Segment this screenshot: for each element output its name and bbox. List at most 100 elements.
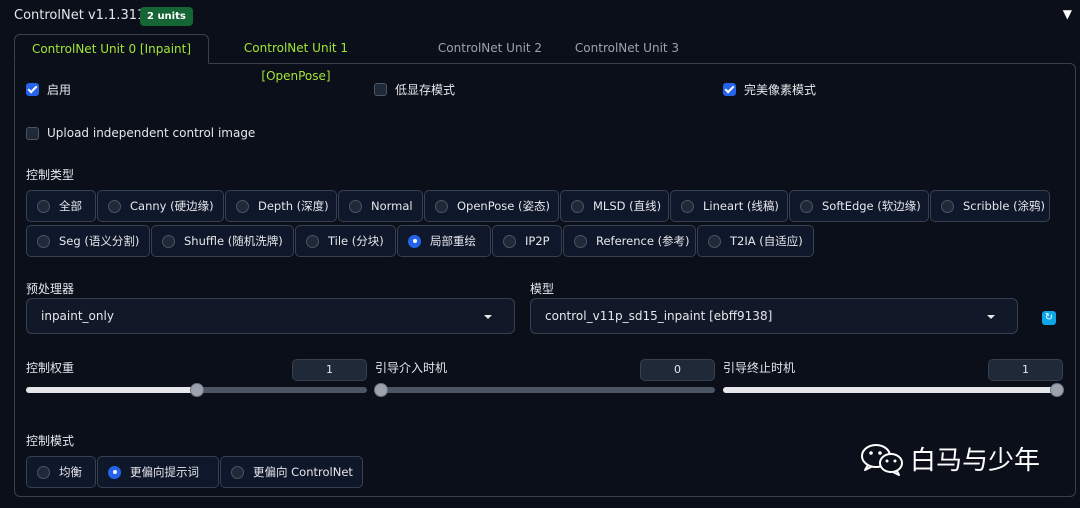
radio-icon — [162, 234, 175, 248]
radio-icon — [37, 234, 50, 248]
radio-icon — [800, 199, 813, 213]
weight-number-input[interactable]: 1 — [292, 359, 367, 381]
option-label: Tile (分块) — [328, 234, 384, 248]
control-type-option[interactable]: Seg (语义分割) — [26, 225, 150, 257]
watermark-text: 白马与少年 — [910, 446, 1041, 476]
control-type-option[interactable]: SoftEdge (软边缘) — [789, 190, 929, 222]
option-label: Shuffle (随机洗牌) — [184, 234, 283, 248]
start-slider[interactable] — [374, 383, 715, 397]
radio-icon — [708, 234, 721, 248]
control-type-label: 控制类型 — [26, 168, 75, 182]
chevron-down-icon — [484, 315, 492, 319]
start-number-input[interactable]: 0 — [640, 359, 715, 381]
control-type-option[interactable]: OpenPose (姿态) — [424, 190, 559, 222]
option-label: OpenPose (姿态) — [457, 199, 550, 213]
radio-icon — [349, 199, 362, 213]
control-type-option[interactable]: MLSD (直线) — [560, 190, 669, 222]
radio-icon — [503, 234, 516, 248]
option-label: 更偏向提示词 — [130, 465, 199, 479]
accordion-title: ControlNet v1.1.311 — [14, 8, 146, 23]
radio-selected-icon — [108, 465, 121, 479]
radio-icon — [37, 465, 50, 479]
radio-icon — [941, 199, 954, 213]
start-slider-handle[interactable] — [374, 383, 388, 397]
radio-icon — [435, 199, 448, 213]
control-type-option-selected[interactable]: 局部重绘 — [397, 225, 491, 257]
control-type-option[interactable]: Tile (分块) — [295, 225, 396, 257]
option-label: Reference (参考) — [596, 234, 690, 248]
control-type-option[interactable]: Lineart (线稿) — [670, 190, 788, 222]
collapse-icon[interactable]: ▼ — [1063, 7, 1072, 21]
preprocessor-value: inpaint_only — [41, 309, 114, 323]
end-number-input[interactable]: 1 — [988, 359, 1063, 381]
radio-selected-icon — [408, 234, 421, 248]
option-label: Normal — [371, 199, 413, 213]
end-slider-handle[interactable] — [1050, 383, 1064, 397]
tab-unit-0[interactable]: ControlNet Unit 0 [Inpaint] — [14, 34, 209, 64]
tab-unit-1[interactable]: ControlNet Unit 1 [OpenPose] — [212, 34, 380, 83]
option-label: IP2P — [525, 234, 550, 248]
radio-icon — [37, 199, 50, 213]
control-mode-label: 控制模式 — [26, 434, 75, 448]
option-label: 局部重绘 — [430, 234, 476, 248]
radio-icon — [231, 465, 244, 479]
radio-icon — [306, 234, 319, 248]
radio-icon — [108, 199, 121, 213]
model-label: 模型 — [530, 282, 555, 296]
radio-icon — [574, 234, 587, 248]
weight-slider[interactable] — [26, 383, 367, 397]
control-type-option[interactable]: 全部 — [26, 190, 96, 222]
upload-independent-checkbox[interactable]: Upload independent control image — [26, 125, 255, 141]
checkbox-checked-icon — [723, 82, 736, 96]
wechat-icon — [861, 443, 903, 476]
end-label: 引导终止时机 — [723, 361, 796, 375]
radio-icon — [681, 199, 694, 213]
end-slider[interactable] — [723, 383, 1064, 397]
pixel-perfect-label: 完美像素模式 — [744, 82, 817, 97]
control-type-option[interactable]: T2IA (自适应) — [697, 225, 814, 257]
controlnet-header[interactable]: ControlNet v1.1.311 2 units ▼ — [0, 0, 1080, 32]
control-type-option[interactable]: Depth (深度) — [225, 190, 337, 222]
checkbox-unchecked-icon — [26, 126, 39, 140]
enable-checkbox[interactable]: 启用 — [26, 81, 71, 97]
control-mode-option[interactable]: 更偏向 ControlNet — [220, 456, 363, 488]
low-vram-checkbox[interactable]: 低显存模式 — [374, 81, 455, 97]
control-type-option[interactable]: Reference (参考) — [563, 225, 696, 257]
option-label: T2IA (自适应) — [730, 234, 803, 248]
option-label: Canny (硬边缘) — [130, 199, 214, 213]
option-label: MLSD (直线) — [593, 199, 662, 213]
upload-independent-label: Upload independent control image — [47, 126, 256, 140]
model-dropdown[interactable]: control_v11p_sd15_inpaint [ebff9138] — [530, 298, 1018, 334]
preprocessor-dropdown[interactable]: inpaint_only — [26, 298, 515, 334]
control-type-option[interactable]: Shuffle (随机洗牌) — [151, 225, 294, 257]
control-type-option[interactable]: Normal — [338, 190, 423, 222]
checkbox-unchecked-icon — [374, 82, 387, 96]
option-label: Lineart (线稿) — [703, 199, 779, 213]
weight-label: 控制权重 — [26, 361, 75, 375]
units-badge: 2 units — [140, 7, 193, 26]
option-label: Scribble (涂鸦) — [963, 199, 1046, 213]
end-slider-fill — [723, 387, 1057, 393]
refresh-icon[interactable]: ↻ — [1042, 311, 1056, 325]
option-label: 更偏向 ControlNet — [253, 465, 353, 479]
option-label: 全部 — [59, 199, 82, 213]
start-label: 引导介入时机 — [375, 361, 448, 375]
tab-unit-2[interactable]: ControlNet Unit 2 — [427, 34, 553, 64]
low-vram-label: 低显存模式 — [395, 82, 456, 97]
option-label: SoftEdge (软边缘) — [822, 199, 921, 213]
control-type-option[interactable]: Canny (硬边缘) — [97, 190, 224, 222]
option-label: Seg (语义分割) — [59, 234, 140, 248]
control-mode-option[interactable]: 均衡 — [26, 456, 96, 488]
preprocessor-label: 预处理器 — [26, 282, 75, 296]
radio-icon — [236, 199, 249, 213]
pixel-perfect-checkbox[interactable]: 完美像素模式 — [723, 81, 816, 97]
control-mode-option-selected[interactable]: 更偏向提示词 — [97, 456, 219, 488]
control-type-option[interactable]: IP2P — [492, 225, 562, 257]
radio-icon — [571, 199, 584, 213]
option-label: Depth (深度) — [258, 199, 329, 213]
control-type-option[interactable]: Scribble (涂鸦) — [930, 190, 1050, 222]
enable-label: 启用 — [47, 82, 72, 97]
option-label: 均衡 — [59, 465, 82, 479]
weight-slider-handle[interactable] — [189, 383, 204, 397]
tab-unit-3[interactable]: ControlNet Unit 3 — [564, 34, 690, 64]
